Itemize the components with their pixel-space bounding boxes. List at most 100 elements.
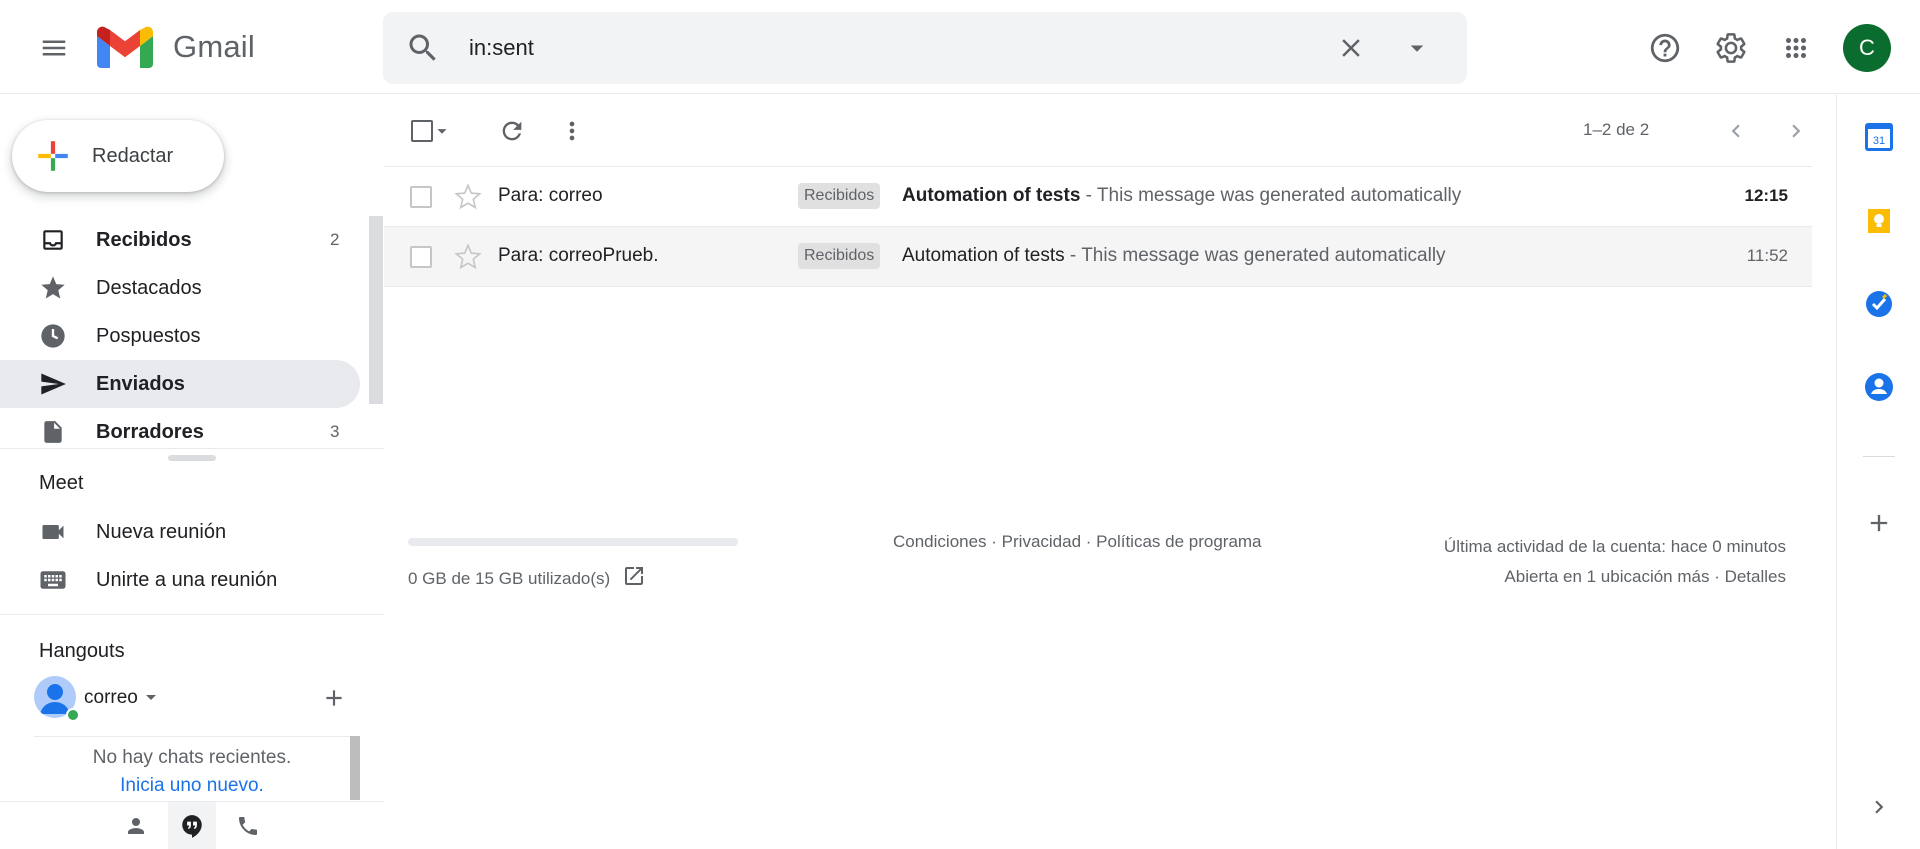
hangouts-title: Hangouts — [39, 640, 125, 662]
unread-count: 2 — [330, 230, 340, 249]
send-icon — [38, 369, 68, 399]
storage-text: 0 GB de 15 GB utilizado(s) — [408, 568, 611, 588]
app-name: Gmail — [173, 29, 255, 64]
activity-details-row: Abierta en 1 ubicación más · Detalles — [1444, 562, 1786, 592]
clock-icon — [38, 321, 68, 351]
account-avatar[interactable]: C — [1843, 24, 1891, 72]
recent-chats: No hay chats recientes. Inicia uno nuevo… — [34, 736, 350, 800]
calendar-icon: 31 — [1865, 123, 1893, 151]
panel-resize-handle[interactable] — [168, 455, 216, 461]
new-chat-button[interactable] — [318, 682, 350, 714]
contacts-button[interactable] — [1855, 363, 1903, 411]
keep-button[interactable] — [1855, 197, 1903, 245]
row-checkbox[interactable] — [410, 246, 432, 268]
plus-icon — [326, 690, 342, 706]
new-meeting-label: Nueva reunión — [96, 520, 227, 543]
show-side-panel-button[interactable] — [1855, 783, 1903, 831]
sidebar-item-inbox[interactable]: Recibidos 2 — [0, 216, 360, 264]
select-options-dropdown[interactable] — [430, 107, 454, 155]
message-label-chip[interactable]: Recibidos — [798, 243, 881, 269]
caret-down-icon — [1410, 45, 1424, 52]
row-checkbox[interactable] — [410, 186, 432, 208]
search-button[interactable] — [405, 30, 441, 66]
video-camera-icon — [38, 517, 68, 547]
list-toolbar: 1–2 de 2 — [384, 95, 1812, 167]
phone-icon — [239, 817, 257, 835]
message-row[interactable]: Para: correo Recibidos Automation of tes… — [384, 167, 1812, 227]
drafts-count: 3 — [330, 422, 340, 441]
gmail-m-icon — [97, 26, 153, 68]
new-meeting-button[interactable]: Nueva reunión — [0, 508, 360, 556]
inbox-icon — [38, 225, 68, 255]
start-chat-link[interactable]: Inicia uno nuevo. — [34, 775, 350, 797]
tasks-icon — [1866, 291, 1892, 317]
status-dropdown-icon[interactable] — [146, 695, 156, 700]
newer-page-button[interactable] — [1712, 107, 1760, 155]
compose-button[interactable]: Redactar — [12, 120, 224, 192]
sidebar-item-label: Recibidos — [96, 228, 192, 251]
search-options-button[interactable] — [1399, 30, 1435, 66]
sidebar-item-label: Borradores — [96, 420, 204, 443]
star-icon[interactable] — [454, 183, 482, 211]
clear-search-button[interactable] — [1333, 30, 1369, 66]
main-menu-button[interactable] — [30, 24, 78, 72]
person-icon — [128, 818, 144, 834]
refresh-button[interactable] — [488, 107, 536, 155]
gear-icon — [1716, 33, 1746, 63]
details-link[interactable]: Detalles — [1725, 567, 1786, 586]
footer-links: Condiciones · Privacidad · Políticas de … — [893, 532, 1262, 552]
message-time: 11:52 — [1746, 246, 1788, 265]
tab-phone[interactable] — [224, 802, 272, 849]
divider — [0, 614, 384, 615]
manage-storage-link[interactable] — [622, 564, 646, 593]
star-icon[interactable] — [454, 243, 482, 271]
account-activity: Última actividad de la cuenta: hace 0 mi… — [1444, 532, 1786, 592]
message-row[interactable]: Para: correoPrueb. Recibidos Automation … — [384, 227, 1812, 287]
sidebar-item-label: Destacados — [96, 276, 202, 299]
open-locations-text: Abierta en 1 ubicación más — [1504, 567, 1710, 586]
sidebar-item-starred[interactable]: Destacados — [0, 264, 360, 312]
message-subject-line: Automation of tests - This message was g… — [902, 245, 1446, 267]
online-status-indicator — [66, 708, 80, 722]
storage-text-row: 0 GB de 15 GB utilizado(s) — [408, 564, 738, 593]
nav-scrollbar[interactable] — [369, 216, 383, 404]
star-icon — [38, 273, 68, 303]
get-addons-button[interactable] — [1855, 499, 1903, 547]
join-meeting-button[interactable]: Unirte a una reunión — [0, 556, 360, 604]
search-icon — [409, 34, 436, 61]
sidebar-item-snoozed[interactable]: Pospuestos — [0, 312, 360, 360]
keyboard-icon — [38, 565, 68, 595]
message-subject: Automation of tests — [902, 185, 1081, 206]
close-icon — [1342, 39, 1360, 57]
message-label-chip[interactable]: Recibidos — [798, 183, 881, 209]
keep-icon — [1868, 209, 1890, 233]
help-button[interactable] — [1641, 24, 1689, 72]
message-subject: Automation of tests — [902, 245, 1065, 266]
older-page-button[interactable] — [1772, 107, 1820, 155]
tasks-button[interactable] — [1855, 280, 1903, 328]
compose-label: Redactar — [92, 144, 174, 167]
gmail-app: Gmail C — [0, 0, 1920, 849]
sidebar-item-drafts[interactable]: Borradores 3 — [0, 408, 360, 446]
join-meeting-label: Unirte a una reunión — [96, 568, 278, 591]
settings-button[interactable] — [1707, 24, 1755, 72]
privacy-link[interactable]: Privacidad — [1002, 532, 1081, 551]
tab-conversations[interactable] — [168, 802, 216, 849]
svg-text:31: 31 — [1873, 135, 1885, 147]
more-options-button[interactable] — [548, 107, 596, 155]
gmail-logo[interactable]: Gmail — [97, 25, 255, 69]
hangouts-tabs — [0, 801, 384, 849]
calendar-button[interactable]: 31 — [1855, 113, 1903, 161]
policies-link[interactable]: Políticas de programa — [1096, 532, 1261, 551]
meet-title: Meet — [39, 472, 84, 494]
side-panel: 31 — [1836, 95, 1920, 849]
apps-button[interactable] — [1772, 24, 1820, 72]
chat-scrollbar[interactable] — [350, 736, 360, 800]
terms-link[interactable]: Condiciones — [893, 532, 987, 551]
hangouts-user-name[interactable]: correo — [84, 687, 138, 709]
top-header: Gmail C — [0, 0, 1920, 94]
hangouts-user: correo — [34, 676, 364, 722]
tab-contacts[interactable] — [112, 802, 160, 849]
search-input[interactable] — [469, 30, 1269, 66]
sidebar-item-sent[interactable]: Enviados — [0, 360, 360, 408]
